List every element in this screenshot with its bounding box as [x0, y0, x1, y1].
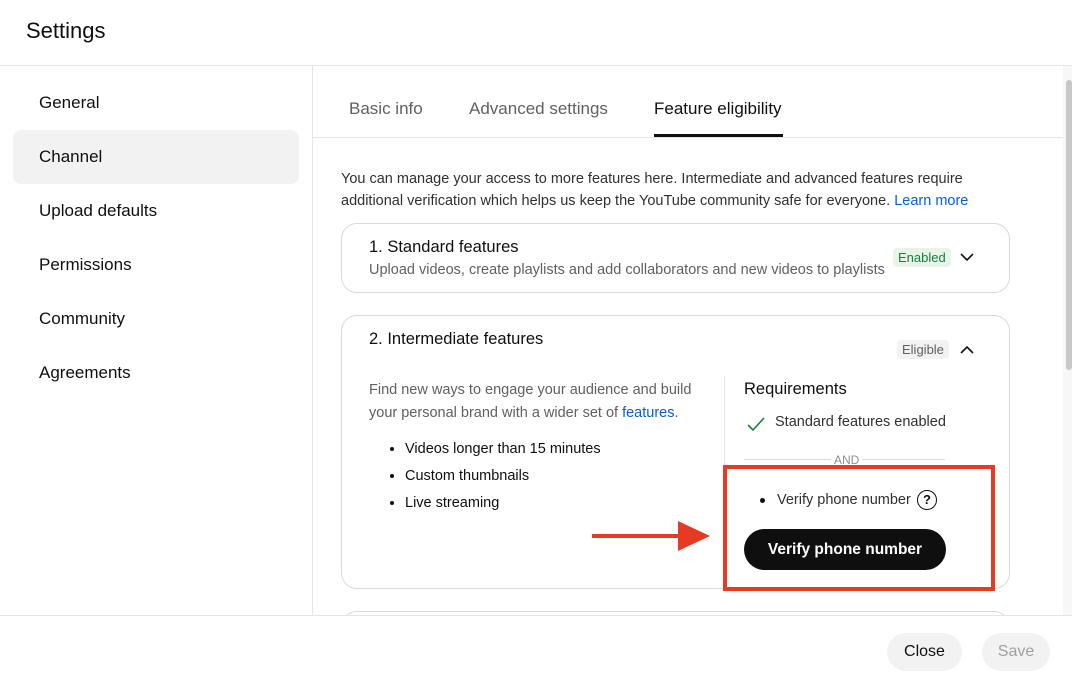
active-tab-indicator: [654, 134, 783, 137]
list-item: Videos longer than 15 minutes: [405, 438, 601, 465]
scrollbar-thumb[interactable]: [1066, 80, 1072, 370]
sidebar-item-label: Agreements: [39, 363, 131, 382]
sidebar-item-label: Upload defaults: [39, 201, 158, 220]
tab-advanced-settings[interactable]: Advanced settings: [469, 99, 608, 119]
sidebar-item-label: Channel: [39, 147, 103, 166]
settings-sidebar: General Channel Upload defaults Permissi…: [0, 66, 313, 615]
intro-text: You can manage your access to more featu…: [341, 168, 991, 212]
sidebar-item-label: Permissions: [39, 255, 132, 274]
sidebar-item-label: General: [39, 93, 100, 112]
feature-list: Videos longer than 15 minutes Custom thu…: [369, 438, 601, 519]
save-button[interactable]: Save: [982, 633, 1050, 671]
sidebar-item-upload-defaults[interactable]: Upload defaults: [13, 184, 299, 238]
intro-paragraph: You can manage your access to more featu…: [341, 171, 963, 209]
requirements-title: Requirements: [744, 380, 847, 398]
requirement-done: Standard features enabled: [775, 414, 946, 430]
dialog-header: Settings: [0, 0, 1072, 66]
learn-more-link[interactable]: Learn more: [894, 193, 968, 209]
sidebar-item-agreements[interactable]: Agreements: [13, 346, 299, 400]
sidebar-item-label: Community: [39, 309, 125, 328]
card-title: 1. Standard features: [369, 238, 519, 256]
standard-features-card[interactable]: 1. Standard features Upload videos, crea…: [341, 223, 1010, 293]
dialog-title: Settings: [26, 18, 106, 43]
check-icon: [747, 417, 765, 432]
list-item: Custom thumbnails: [405, 465, 601, 492]
card-subtitle: Upload videos, create playlists and add …: [369, 262, 885, 278]
sidebar-item-permissions[interactable]: Permissions: [13, 238, 299, 292]
sidebar-item-channel[interactable]: Channel: [13, 130, 299, 184]
list-item: Live streaming: [405, 492, 601, 519]
annotation-highlight-box: [723, 465, 995, 591]
chevron-up-icon[interactable]: [957, 340, 977, 360]
feature-description: Find new ways to engage your audience an…: [369, 382, 692, 421]
settings-dialog: Settings General Channel Upload defaults…: [0, 0, 1072, 686]
tab-bar: Basic info Advanced settings Feature eli…: [313, 66, 1072, 138]
tab-basic-info[interactable]: Basic info: [349, 99, 423, 119]
chevron-down-icon[interactable]: [957, 247, 977, 267]
features-link[interactable]: features: [622, 405, 674, 421]
status-badge-enabled: Enabled: [893, 248, 951, 267]
sidebar-item-community[interactable]: Community: [13, 292, 299, 346]
tab-feature-eligibility[interactable]: Feature eligibility: [654, 99, 782, 119]
sidebar-item-general[interactable]: General: [13, 76, 299, 130]
status-badge-eligible: Eligible: [897, 340, 949, 359]
arrow-right-icon: [592, 521, 710, 551]
close-button[interactable]: Close: [887, 633, 962, 671]
dialog-footer: Close Save: [0, 615, 1072, 686]
card-title: 2. Intermediate features: [369, 330, 544, 348]
